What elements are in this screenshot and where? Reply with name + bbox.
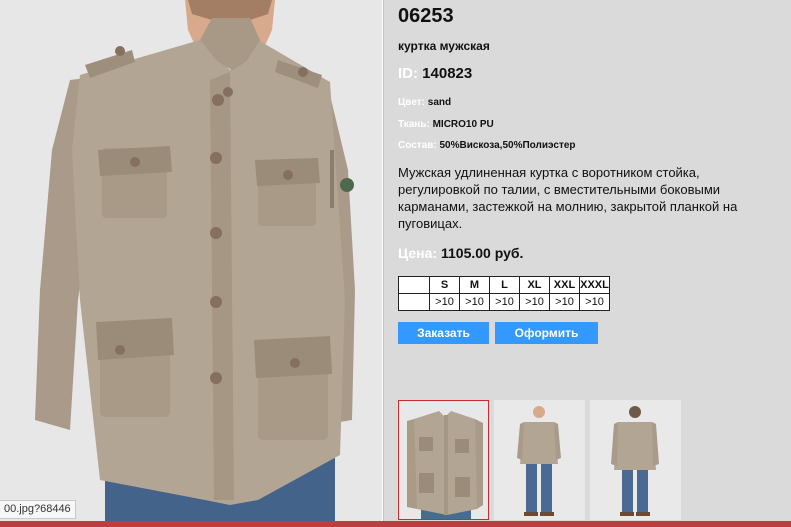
size-stock-row: >10 >10 >10 >10 >10 >10 <box>398 293 610 311</box>
composition-value: 50%Вискоза,50%Полиэстер <box>439 140 576 151</box>
product-subtitle: куртка мужская <box>398 39 490 53</box>
checkout-button[interactable]: Оформить <box>495 322 598 344</box>
size-stock[interactable]: >10 <box>489 293 520 311</box>
main-product-image[interactable] <box>0 0 382 527</box>
thumbnail-front-closeup-image <box>399 401 488 519</box>
size-corner-cell <box>398 276 430 294</box>
color-value: sand <box>427 97 452 108</box>
fabric-label: Ткань: <box>398 119 430 130</box>
thumbnail-full-front-image <box>494 400 585 520</box>
color-attribute: Цвет: sand <box>398 97 451 108</box>
jacket-photo <box>0 0 382 527</box>
size-stock[interactable]: >10 <box>579 293 610 311</box>
product-id-label: ID: <box>398 65 418 82</box>
size-header: XXL <box>549 276 580 294</box>
thumbnail-full-back-image <box>590 400 681 520</box>
size-header: S <box>429 276 460 294</box>
product-id: ID: 140823 <box>398 65 472 82</box>
size-stock[interactable]: >10 <box>549 293 580 311</box>
product-id-value: 140823 <box>422 65 473 82</box>
size-header-row: S M L XL XXL XXXL <box>398 276 610 294</box>
fabric-value: MICRO10 PU <box>432 119 494 130</box>
bottom-divider <box>0 521 791 527</box>
size-header: XL <box>519 276 550 294</box>
price-value: 1105.00 руб. <box>440 245 524 261</box>
size-header: L <box>489 276 520 294</box>
product-code: 06253 <box>398 5 454 27</box>
size-header: M <box>459 276 490 294</box>
status-url-tooltip: 00.jpg?68446 <box>0 500 76 519</box>
product-info-panel: 06253 куртка мужская ID: 140823 Цвет: sa… <box>383 0 791 527</box>
size-stock[interactable]: >10 <box>519 293 550 311</box>
price-row: Цена: 1105.00 руб. <box>398 245 523 261</box>
composition-attribute: Состав: 50%Вискоза,50%Полиэстер <box>398 140 576 151</box>
color-label: Цвет: <box>398 97 425 108</box>
composition-label: Состав: <box>398 140 437 151</box>
size-table: S M L XL XXL XXXL >10 >10 >10 >10 >10 >1… <box>398 276 610 311</box>
thumbnail-front-closeup[interactable] <box>398 400 489 520</box>
size-stock[interactable]: >10 <box>459 293 490 311</box>
product-description: Мужская удлиненная куртка с воротником с… <box>398 165 738 231</box>
thumbnail-full-front[interactable] <box>494 400 585 520</box>
price-label: Цена: <box>398 245 438 261</box>
size-stock[interactable]: >10 <box>429 293 460 311</box>
size-header: XXXL <box>579 276 610 294</box>
fabric-attribute: Ткань: MICRO10 PU <box>398 119 494 130</box>
thumbnail-full-back[interactable] <box>590 400 681 520</box>
product-page: 00.jpg?68446 06253 куртка мужская ID: 14… <box>0 0 791 527</box>
order-button[interactable]: Заказать <box>398 322 489 344</box>
stock-corner-cell <box>398 293 430 311</box>
